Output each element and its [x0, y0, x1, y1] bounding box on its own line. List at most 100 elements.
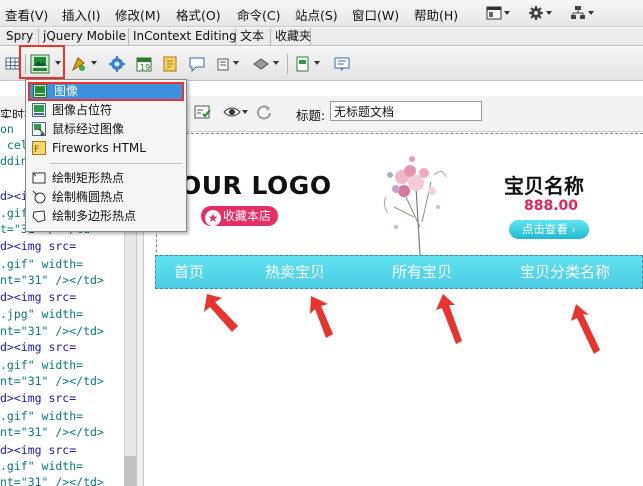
- widget-icon[interactable]: [108, 55, 126, 73]
- menu-item-label: 绘制矩形热点: [52, 171, 125, 185]
- image-button-highlight: [19, 45, 65, 79]
- tab-incontext-editing[interactable]: InContext Editing: [129, 28, 237, 46]
- site-icon[interactable]: [571, 6, 597, 20]
- toolbar-separator: [287, 54, 288, 74]
- code-line: .gif" width=: [0, 257, 84, 271]
- code-line: d><img src=: [0, 443, 77, 457]
- media-icon[interactable]: [70, 55, 88, 73]
- tag-chooser-icon[interactable]: [333, 55, 351, 73]
- menu-separator: [50, 163, 182, 164]
- server-side-icon[interactable]: [161, 55, 179, 73]
- code-line: cel: [0, 138, 28, 152]
- oval-hotspot-icon: [32, 190, 46, 204]
- menu-site[interactable]: 站点(S): [295, 5, 338, 24]
- menu-item-label: 鼠标经过图像: [52, 122, 125, 136]
- script-dropdown-arrow[interactable]: [273, 61, 279, 65]
- table-border-top: [156, 133, 643, 134]
- code-line: .jpg" width=: [0, 307, 84, 321]
- product-price: 888.00: [524, 198, 579, 214]
- menu-item-image[interactable]: 图像: [28, 82, 184, 101]
- flower-image[interactable]: [376, 147, 456, 257]
- product-name: 宝贝名称: [504, 174, 584, 198]
- media-dropdown-arrow[interactable]: [91, 61, 97, 65]
- tab-favorites[interactable]: 收藏夹: [271, 28, 311, 46]
- head-icon[interactable]: [215, 55, 233, 73]
- menu-modify[interactable]: 修改(M): [115, 5, 161, 24]
- code-line: nt="31" /></td>: [0, 425, 104, 439]
- head-dropdown-arrow[interactable]: [233, 61, 239, 65]
- preview-icon[interactable]: [223, 104, 249, 120]
- code-line: d><img src=: [0, 290, 77, 304]
- menu-item-label: 图像占位符: [52, 103, 113, 117]
- menu-help[interactable]: 帮助(H): [414, 5, 458, 24]
- insert-toolbar: 19: [0, 47, 643, 81]
- design-view[interactable]: OUR LOGO ★ 收藏本店 宝贝名称 888.00 点击查看 › 首页 热卖宝…: [144, 133, 643, 486]
- star-icon: ★: [205, 210, 221, 226]
- tab-text[interactable]: 文本: [236, 28, 271, 46]
- code-line: d><img src=: [0, 239, 77, 253]
- polygon-hotspot-icon: [32, 210, 46, 223]
- rect-hotspot-icon: [32, 172, 46, 184]
- code-line: nt="31" /></td>: [0, 324, 104, 338]
- svg-text:F: F: [34, 145, 39, 155]
- code-line: .gif" width=: [0, 459, 84, 473]
- menu-item-image-label: 图像: [54, 84, 79, 98]
- nav-home[interactable]: 首页: [174, 261, 204, 282]
- script-icon[interactable]: [252, 55, 270, 73]
- arrow-icon: [204, 294, 238, 332]
- code-line: nt="31" /></td>: [0, 273, 104, 287]
- gear-icon[interactable]: [529, 6, 555, 20]
- annotation-arrows: [204, 294, 600, 354]
- code-line: on: [0, 122, 14, 136]
- menu-item-image-placeholder[interactable]: 图像占位符: [28, 101, 184, 120]
- menu-item-fireworks-html[interactable]: F Fireworks HTML: [28, 139, 184, 158]
- menu-item-label: 绘制多边形热点: [52, 209, 137, 223]
- image-options-menu: 图像 图像占位符 鼠标经过图像 F Fireworks HTML 绘制矩形热点: [25, 79, 187, 232]
- menu-insert[interactable]: 插入(I): [62, 5, 100, 24]
- rollover-image-icon: [32, 122, 46, 136]
- arrow-icon: [571, 304, 600, 354]
- arrow-icon: [310, 296, 333, 338]
- code-line: d><img src=: [0, 391, 77, 405]
- comment-icon[interactable]: [188, 55, 206, 73]
- menu-window[interactable]: 窗口(W): [352, 5, 399, 24]
- code-line: .gif" width=: [0, 409, 84, 423]
- tab-spry[interactable]: Spry: [0, 28, 39, 46]
- arrow-icon: [436, 294, 462, 344]
- menu-item-label: Fireworks HTML: [52, 141, 146, 155]
- code-line: .gif" width=: [0, 358, 84, 372]
- image-placeholder-icon: [32, 103, 46, 117]
- code-line: d><img src=: [0, 340, 77, 354]
- menu-view[interactable]: 查看(V): [5, 5, 48, 24]
- nav-hot-items[interactable]: 热卖宝贝: [265, 261, 325, 282]
- template-icon[interactable]: [294, 55, 312, 73]
- code-line: nt="31" /></td>: [0, 475, 104, 486]
- view-details-button[interactable]: 点击查看 ›: [509, 220, 589, 239]
- code-line: ddin: [0, 154, 28, 168]
- logo-text: OUR LOGO: [180, 171, 332, 200]
- nav-all-items[interactable]: 所有宝贝: [392, 261, 452, 282]
- menu-format[interactable]: 格式(O): [176, 5, 221, 24]
- favorite-shop-label: 收藏本店: [223, 209, 272, 223]
- document-title-input[interactable]: [330, 101, 482, 121]
- template-dropdown-arrow[interactable]: [314, 61, 320, 65]
- menu-bar: 查看(V) 插入(I) 修改(M) 格式(O) 命令(C) 站点(S) 窗口(W…: [0, 0, 643, 27]
- nav-category[interactable]: 宝贝分类名称: [520, 261, 610, 282]
- date-icon[interactable]: 19: [135, 55, 153, 73]
- insert-panel-tabs: Spry jQuery Mobile InContext Editing 文本 …: [0, 28, 643, 46]
- title-label: 标题:: [296, 108, 326, 123]
- shop-nav-bar: 首页 热卖宝贝 所有宝贝 宝贝分类名称: [155, 255, 643, 289]
- svg-text:19: 19: [140, 63, 150, 72]
- menu-item-rollover-image[interactable]: 鼠标经过图像: [28, 120, 184, 139]
- code-scrollbar-thumb[interactable]: [124, 456, 136, 486]
- menu-item-oval-hotspot[interactable]: 绘制椭圆热点: [28, 188, 184, 207]
- validate-icon[interactable]: [194, 104, 212, 120]
- layout-icon[interactable]: [486, 6, 512, 20]
- menu-commands[interactable]: 命令(C): [237, 5, 280, 24]
- refresh-icon[interactable]: [256, 104, 272, 120]
- favorite-shop-button[interactable]: ★ 收藏本店: [201, 206, 278, 226]
- menu-item-polygon-hotspot[interactable]: 绘制多边形热点: [28, 207, 184, 226]
- tab-jquery-mobile[interactable]: jQuery Mobile: [39, 28, 129, 46]
- view-details-label: 点击查看: [521, 222, 568, 236]
- menu-item-rect-hotspot[interactable]: 绘制矩形热点: [28, 169, 184, 188]
